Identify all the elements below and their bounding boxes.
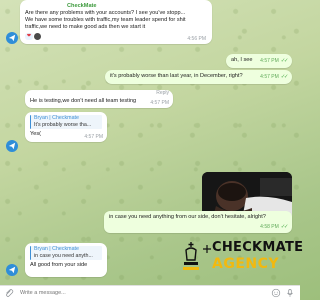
emoji-icon[interactable] (271, 288, 281, 298)
message-incoming-7[interactable]: Bryan | Checkmate in case you need anyth… (25, 243, 107, 277)
heart-reaction-icon[interactable]: ❤ (25, 32, 33, 40)
attach-icon[interactable] (4, 288, 14, 298)
message-time: 4:56 PM (187, 35, 206, 42)
message-time: 4:57 PM (260, 57, 279, 64)
message-text: ah, I see (231, 57, 253, 63)
read-ticks-icon: ✓✓ (280, 57, 289, 64)
avatar[interactable] (6, 264, 18, 276)
quoted-message[interactable]: Bryan | Checkmate It's probably worse th… (30, 115, 102, 129)
message-time: 4:57 PM (150, 99, 169, 106)
message-time: 4:58 PM (260, 223, 279, 230)
message-text: in case you need anything from our side,… (109, 214, 266, 220)
message-text: Yes( (30, 130, 41, 137)
message-outgoing-2[interactable]: ah, I see 4:57 PM ✓✓ (226, 54, 292, 68)
telegram-icon (8, 34, 16, 42)
avatar[interactable] (6, 140, 18, 152)
reaction-avatar (34, 32, 41, 40)
message-time: 4:57 PM (260, 73, 279, 80)
message-text-line: We have some troubles with traffic,my te… (25, 17, 186, 24)
telegram-icon (8, 266, 16, 274)
chess-piece-icon (183, 242, 199, 270)
sender-name: CheckMate (67, 3, 97, 9)
message-composer (0, 285, 300, 300)
telegram-icon (8, 142, 16, 150)
read-ticks-icon: ✓✓ (280, 73, 289, 80)
message-incoming-1[interactable]: CheckMate Are there any problems with yo… (20, 0, 212, 44)
brand-line1: CHECKMATE (212, 240, 304, 255)
quoted-message[interactable]: Bryan | Checkmate in case you need anyth… (30, 246, 102, 260)
brand-line2: AGENCY (212, 256, 280, 272)
microphone-icon[interactable] (285, 288, 295, 298)
message-input[interactable] (18, 289, 271, 297)
avatar[interactable] (6, 32, 18, 44)
message-text: He is testing,we don't need all team tes… (30, 98, 137, 104)
message-outgoing-6[interactable]: in case you need anything from our side,… (104, 211, 292, 233)
message-text-line: Are there any problems with your account… (25, 10, 186, 17)
reply-link[interactable]: Reply (156, 90, 169, 96)
quote-sender: Bryan | Checkmate (34, 115, 79, 121)
message-text: it's probably worse than last year, in D… (110, 73, 243, 79)
message-text: All good from your side (30, 261, 88, 268)
quote-text: in case you need anyth... (34, 252, 93, 259)
message-incoming-4[interactable]: Reply He is testing,we don't need all te… (25, 90, 173, 108)
quote-sender: Bryan | Checkmate (34, 246, 79, 252)
checkmate-agency-logo: CHECKMATE AGENCY (180, 238, 303, 278)
quote-text: It's probably worse tha... (34, 121, 92, 128)
reactions[interactable]: ❤ (25, 32, 207, 40)
message-time: 4:57 PM (84, 133, 103, 140)
message-incoming-5[interactable]: Bryan | Checkmate It's probably worse th… (25, 112, 107, 142)
read-ticks-icon: ✓✓ (280, 223, 289, 230)
message-text-line: traffic,we need to make good ads then we… (25, 24, 146, 31)
plus-icon (203, 245, 211, 253)
message-outgoing-3[interactable]: it's probably worse than last year, in D… (105, 70, 292, 84)
